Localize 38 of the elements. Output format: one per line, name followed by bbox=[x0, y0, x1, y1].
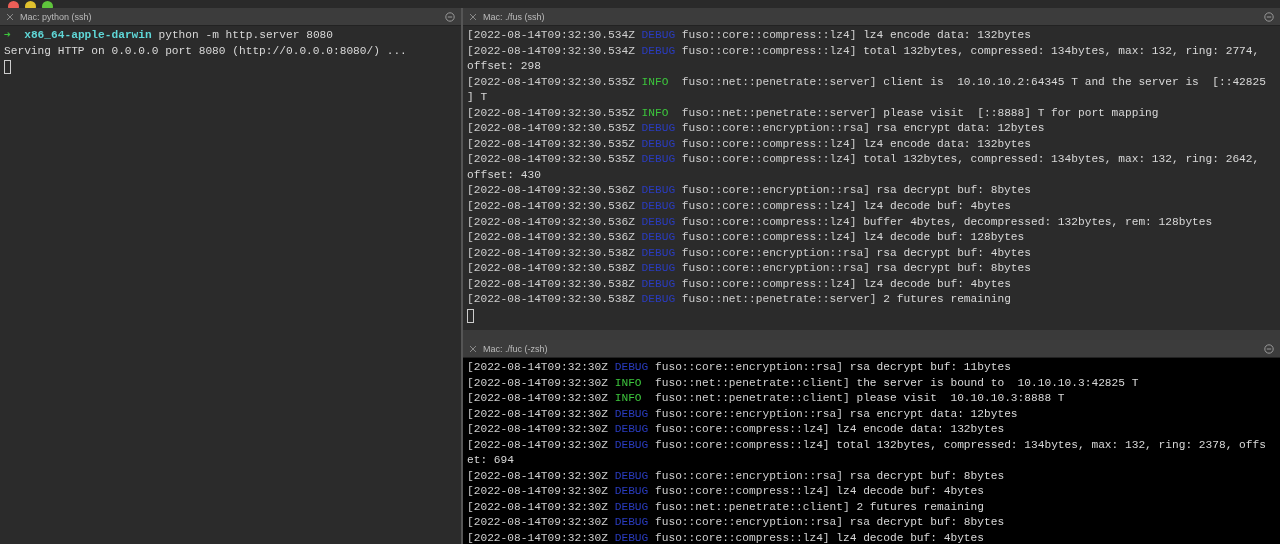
terminal-pane[interactable] bbox=[463, 340, 1280, 544]
close-icon[interactable] bbox=[6, 12, 14, 21]
log-line: [2022-08-14T09:32:30Z DEBUG fuso::core::compress::lz4] lz4 decode buf: 4bytes bbox=[467, 484, 985, 500]
shell-prompt-line: ➜ x86_64-apple-darwin python -m http.server 8080 bbox=[4, 28, 335, 43]
log-line: [2022-08-14T09:32:30.534Z DEBUG fuso::core::compress::lz4] lz4 encode data: 132bytes bbox=[467, 28, 1032, 43]
log-line: [2022-08-14T09:32:30Z DEBUG fuso::core::compress::lz4] lz4 encode data: 132bytes bbox=[467, 422, 1006, 438]
cursor-block bbox=[467, 308, 474, 323]
pane-title: Mac: ./fus (ssh) bbox=[483, 11, 546, 22]
log-line: [2022-08-14T09:32:30.538Z DEBUG fuso::core::encryption::rsa] rsa decrypt buf: 8bytes bbox=[467, 261, 1032, 277]
log-line: [2022-08-14T09:32:30.536Z DEBUG fuso::core::compress::lz4] buffer 4bytes, decompressed: 132bytes, rem: 128bytes bbox=[467, 214, 1214, 230]
minus-circle-icon[interactable] bbox=[445, 11, 455, 22]
cursor-block bbox=[4, 60, 11, 75]
log-line: [2022-08-14T09:32:30.538Z DEBUG fuso::net::penetrate::server] 2 futures remaining bbox=[467, 292, 1012, 308]
log-line: [2022-08-14T09:32:30.538Z DEBUG fuso::core::compress::lz4] lz4 decode buf: 4bytes bbox=[467, 276, 1012, 292]
log-line: [2022-08-14T09:32:30Z DEBUG fuso::net::penetrate::client] 2 futures remaining bbox=[467, 499, 985, 515]
log-line: [2022-08-14T09:32:30.535Z INFO fuso::net::penetrate::server] please visit [::8888] T for port mapping bbox=[467, 105, 1160, 121]
log-line: [2022-08-14T09:32:30Z DEBUG fuso::core::encryption::rsa] rsa decrypt buf: 8bytes bbox=[467, 515, 1006, 531]
close-icon[interactable] bbox=[469, 344, 477, 353]
minus-circle-icon[interactable] bbox=[1264, 343, 1274, 354]
log-line: [2022-08-14T09:32:30Z DEBUG fuso::core::encryption::rsa] rsa decrypt buf: 11bytes bbox=[467, 360, 1012, 375]
log-line: [2022-08-14T09:32:30.535Z DEBUG fuso::core::encryption::rsa] rsa encrypt data: 12bytes bbox=[467, 121, 1046, 137]
log-line: [2022-08-14T09:32:30Z DEBUG fuso::core::encryption::rsa] rsa encrypt data: 12bytes bbox=[467, 406, 1019, 422]
log-line: [2022-08-14T09:32:30Z DEBUG fuso::core::encryption::rsa] rsa decrypt buf: 8bytes bbox=[467, 468, 1006, 484]
log-line: [2022-08-14T09:32:30Z DEBUG fuso::core::compress::lz4] lz4 decode buf: 4bytes bbox=[467, 531, 985, 544]
log-line: [2022-08-14T09:32:30Z INFO fuso::net::penetrate::client] please visit 10.10.10.3:8888 T bbox=[467, 391, 1066, 407]
pane-title: Mac: ./fuc (-zsh) bbox=[483, 343, 549, 354]
terminal-pane[interactable]: Mac: python (ssh) ➜ x86_64-apple-darwin python -m http.server 8080 Serving HTTP on 0.0.0.0 port 8080 (http://0.0.0.0:8080/) ... bbox=[0, 8, 461, 544]
close-icon[interactable] bbox=[469, 12, 477, 21]
log-line: [2022-08-14T09:32:30.538Z DEBUG fuso::core::encryption::rsa] rsa decrypt buf: 4bytes bbox=[467, 245, 1032, 261]
log-line: [2022-08-14T09:32:30.535Z DEBUG fuso::core::compress::lz4] lz4 encode data: 132bytes bbox=[467, 136, 1032, 152]
pane-title: Mac: python (ssh) bbox=[20, 11, 93, 22]
minus-circle-icon[interactable] bbox=[1264, 11, 1274, 22]
log-line: [2022-08-14T09:32:30Z INFO fuso::net::penetrate::client] the server is bound to 10.10.10.3:42825 T bbox=[467, 375, 1140, 391]
terminal-pane[interactable] bbox=[463, 8, 1280, 330]
log-line: [2022-08-14T09:32:30.536Z DEBUG fuso::core::compress::lz4] lz4 decode buf: 4bytes bbox=[467, 199, 1012, 214]
log-line: [2022-08-14T09:32:30.536Z DEBUG fuso::core::encryption::rsa] rsa decrypt buf: 8bytes bbox=[467, 183, 1032, 199]
output-line: Serving HTTP on 0.0.0.0 port 8080 (http://0.0.0.0:8080/) ... bbox=[4, 43, 408, 59]
log-line: [2022-08-14T09:32:30.536Z DEBUG fuso::core::compress::lz4] lz4 decode buf: 128bytes bbox=[467, 230, 1026, 246]
